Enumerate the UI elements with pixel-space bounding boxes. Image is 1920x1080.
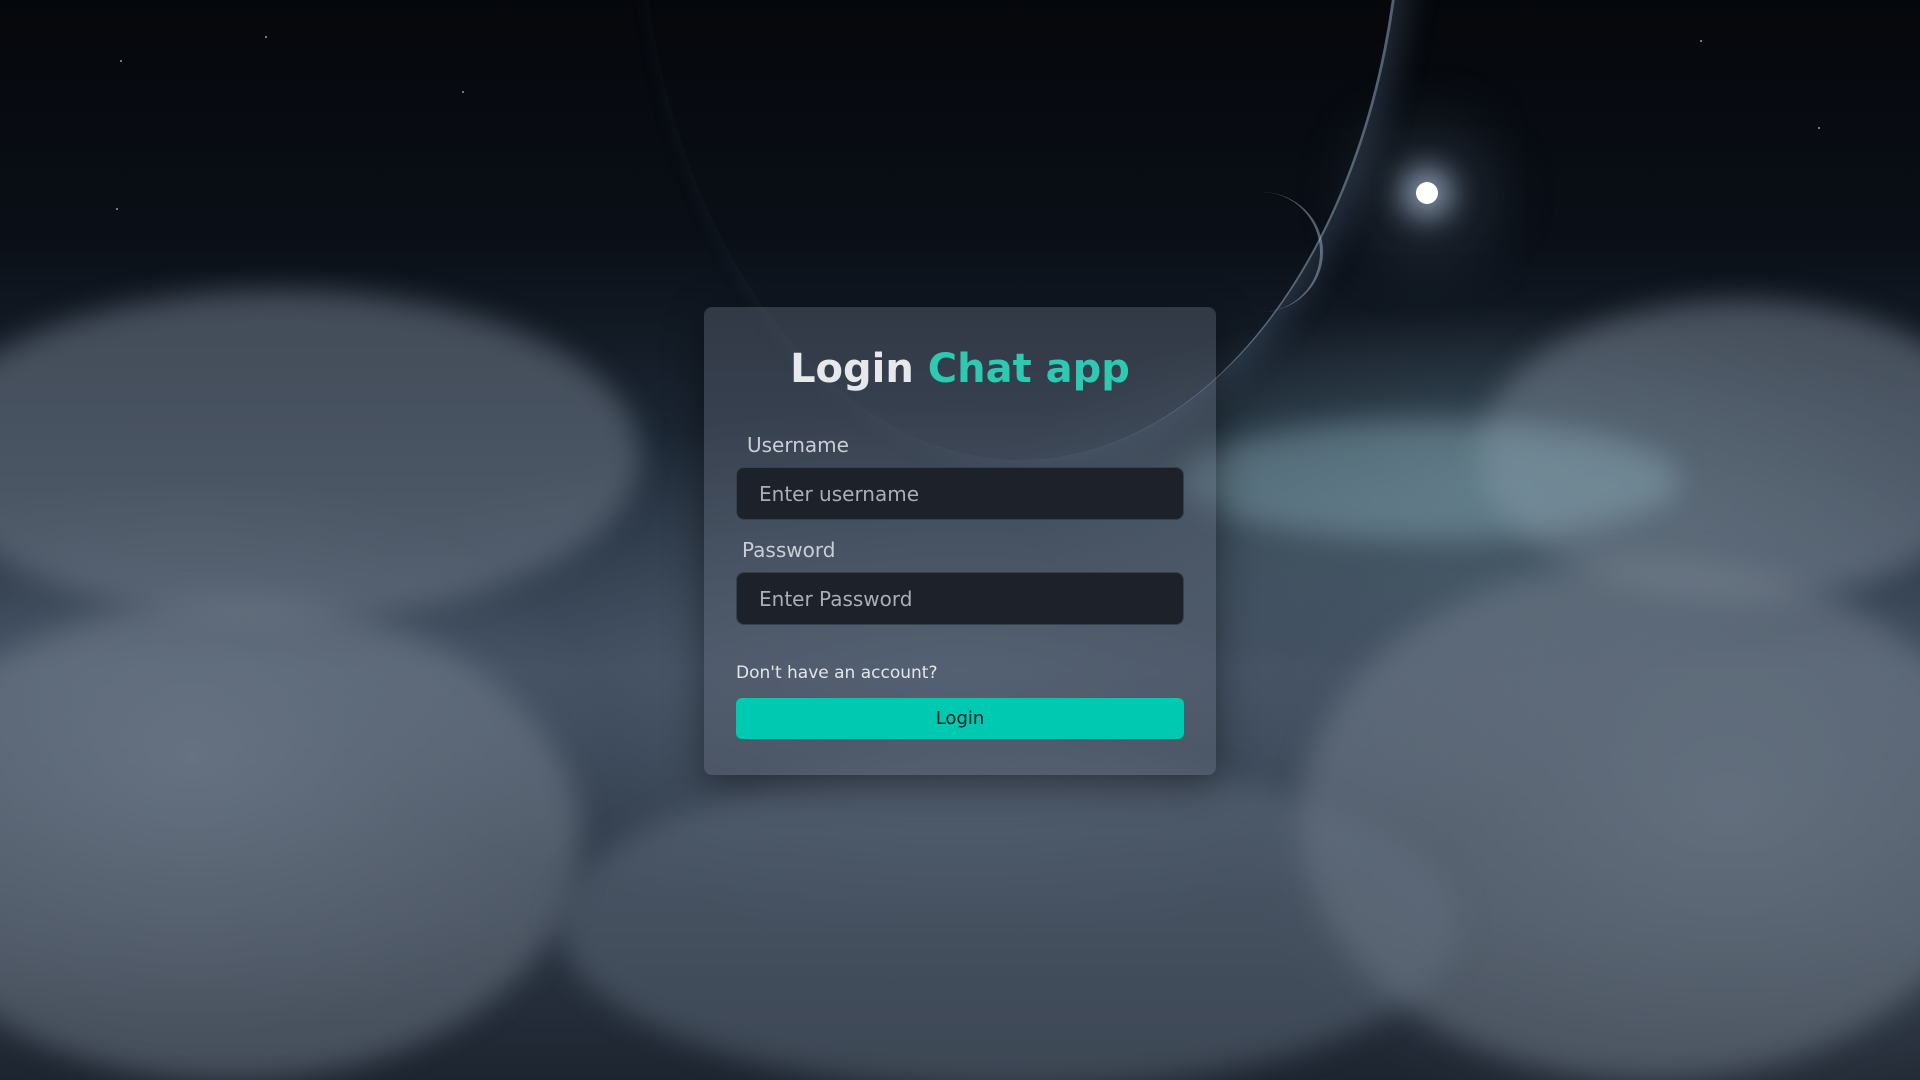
star (462, 91, 464, 93)
cloud-horizon (1180, 420, 1680, 540)
username-input[interactable] (736, 467, 1184, 520)
distant-star-glow (1416, 182, 1438, 204)
login-card: Login Chat app Username Password Don't h… (704, 307, 1216, 775)
cloud-center (560, 760, 1460, 1080)
title-accent: Chat app (927, 346, 1130, 392)
star (1700, 40, 1702, 42)
star (120, 60, 122, 62)
password-label: Password (742, 538, 836, 562)
page-title: Login Chat app (736, 343, 1184, 395)
star (265, 36, 267, 38)
login-button[interactable]: Login (736, 698, 1184, 739)
username-label: Username (747, 433, 849, 457)
cloud-left-low (0, 600, 580, 1080)
star (1818, 127, 1820, 129)
moon-arc (1200, 192, 1323, 312)
title-main: Login (790, 346, 914, 392)
password-input[interactable] (736, 572, 1184, 625)
star (116, 208, 118, 210)
cloud-left (0, 290, 640, 620)
signup-link[interactable]: Don't have an account? (736, 663, 937, 683)
